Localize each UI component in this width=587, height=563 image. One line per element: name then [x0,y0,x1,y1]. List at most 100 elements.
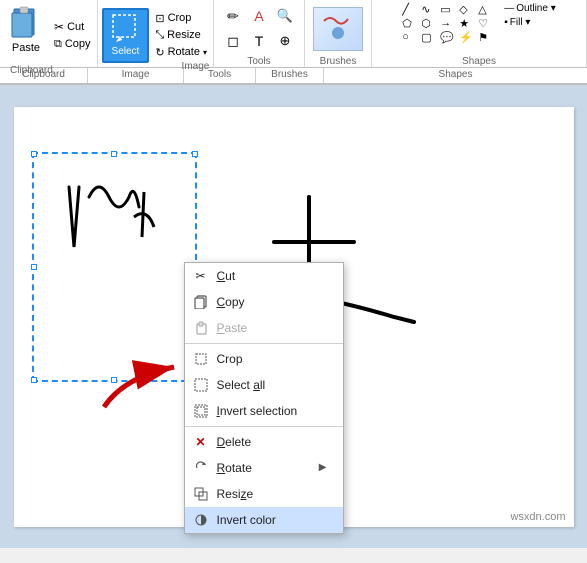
group-labels-strip: Clipboard Image Tools Brushes Shapes [0,68,587,84]
shape-star[interactable]: ★ [459,17,477,30]
resize-icon: ⤡ [155,29,164,42]
outline-button[interactable]: — Outline ▾ [504,3,555,14]
shape-arrow[interactable]: → [440,17,458,30]
ctx-crop[interactable]: Crop [185,346,343,372]
ctx-crop-label: Crop [217,352,243,366]
delete-icon: ✕ [193,434,209,450]
shape-pentagon[interactable]: ⬠ [402,17,420,30]
shape-curve[interactable]: ∿ [421,3,439,16]
rotate-icon: ↻ [155,46,164,59]
copy-label: Copy [65,38,91,50]
ctx-copy-label: Copy [217,295,245,309]
handle-bottom-left[interactable] [31,377,37,383]
eraser-tool[interactable]: ◻ [222,30,244,52]
image-group: Select ⊡ Crop ⤡ Resize ↻ Rotate ▾ Image [98,0,214,67]
ctx-select-all-label: Select all [217,378,266,392]
copy-icon [193,294,209,310]
fill-tool[interactable]: A [248,5,270,27]
shape-triangle[interactable]: △ [478,3,496,16]
canvas-area: ✂ Cut Copy [0,85,587,548]
cut-icon: ✂ [193,268,209,284]
paste-button[interactable]: Paste [4,3,48,67]
shape-lightning[interactable]: ⚡ [459,31,477,44]
shape-callout[interactable]: 💬 [440,31,458,44]
pencil-tool[interactable]: ✏ [222,5,244,27]
fill-button[interactable]: ▪ Fill ▾ [504,17,555,28]
clipboard-actions: ✂ Cut ⧉ Copy [52,3,93,67]
resize-label: Resize [167,29,201,41]
ctx-select-all[interactable]: Select all [185,372,343,398]
shape-flag[interactable]: ⚑ [478,31,496,44]
shape-hexagon[interactable]: ⬡ [421,17,439,30]
ctx-rotate[interactable]: Rotate ▶ [185,455,343,481]
paste-icon [8,5,44,41]
rotate-dropdown-icon: ▾ [203,48,207,57]
eyedropper-tool[interactable]: 🔍 [274,5,296,27]
brushes-group: Brushes [305,0,372,67]
select-label: Select [112,46,140,57]
ctx-delete-label: Delete [217,435,252,449]
ctx-cut-label: Cut [217,269,236,283]
ctx-copy[interactable]: Copy [185,289,343,315]
arrow-indicator [94,337,194,417]
handle-top-middle[interactable] [111,151,117,157]
paste-icon [193,320,209,336]
shapes-group-label: Shapes [462,56,496,67]
shape-heart[interactable]: ♡ [478,17,496,30]
image-actions: ⊡ Crop ⤡ Resize ↻ Rotate ▾ [153,11,209,60]
tools-inner: ✏ ◻ A T 🔍 ⊕ [222,3,296,54]
tools-col3: 🔍 ⊕ [274,5,296,52]
select-button[interactable]: Select [102,8,150,63]
paste-label: Paste [12,42,40,54]
ctx-resize[interactable]: Resize [185,481,343,507]
context-menu: ✂ Cut Copy [184,262,344,534]
rotate-submenu-arrow: ▶ [319,462,327,473]
clipboard-group: Paste ✂ Cut ⧉ Copy Clipboard [0,0,98,67]
ctx-paste[interactable]: Paste [185,315,343,341]
handle-middle-left[interactable] [31,264,37,270]
text-tool[interactable]: T [248,30,270,52]
invert-color-icon [193,512,209,528]
crop-icon: ⊡ [155,12,164,25]
select-all-icon [193,377,209,393]
brushes-group-label: Brushes [320,56,357,67]
tools-col2: A T [248,5,270,52]
shapes-group: ╱ ∿ ▭ ◇ △ ⬠ ⬡ → ★ ♡ ○ ▢ 💬 ⚡ ⚑ [372,0,587,67]
shape-line[interactable]: ╱ [402,3,420,16]
ctx-delete[interactable]: ✕ Delete [185,429,343,455]
ctx-paste-label: Paste [217,321,248,335]
handle-top-left[interactable] [31,151,37,157]
shape-rect[interactable]: ▭ [440,3,458,16]
brushes-inner [313,3,363,54]
ctx-invert-sel-label: Invert selection [217,404,298,418]
image-group-label: Image [182,61,210,72]
shape-diamond[interactable]: ◇ [459,3,477,16]
cut-button[interactable]: ✂ Cut [52,19,93,35]
outline-icon: — [504,3,514,14]
ctx-sep-1 [185,343,343,344]
crop-icon [193,351,209,367]
copy-button[interactable]: ⧉ Copy [52,37,93,52]
ctx-invert-selection[interactable]: Invert selection [185,398,343,424]
resize-button[interactable]: ⤡ Resize [153,28,209,43]
crop-button[interactable]: ⊡ Crop [153,11,209,26]
ctx-invert-color[interactable]: Invert color [185,507,343,533]
brushes-palette[interactable] [313,7,363,51]
ribbon-content: Paste ✂ Cut ⧉ Copy Clipboard [0,0,587,68]
ctx-invert-color-label: Invert color [217,513,276,527]
image-label-strip: Image [88,68,184,83]
shape-ellipse[interactable]: ○ [402,31,420,44]
ctx-resize-label: Resize [217,487,254,501]
copy-icon: ⧉ [54,38,62,51]
rotate-button[interactable]: ↻ Rotate ▾ [153,45,209,60]
fill-icon: ▪ [504,17,508,28]
ctx-rotate-label: Rotate [217,461,252,475]
ribbon: Paste ✂ Cut ⧉ Copy Clipboard [0,0,587,85]
handle-top-right[interactable] [192,151,198,157]
canvas[interactable]: ✂ Cut Copy [14,107,574,527]
shape-rounded-rect[interactable]: ▢ [421,31,439,44]
zoom-tool[interactable]: ⊕ [274,30,296,52]
invert-sel-icon [193,403,209,419]
ctx-cut[interactable]: ✂ Cut [185,263,343,289]
clipboard-group-label: Clipboard [10,65,53,76]
